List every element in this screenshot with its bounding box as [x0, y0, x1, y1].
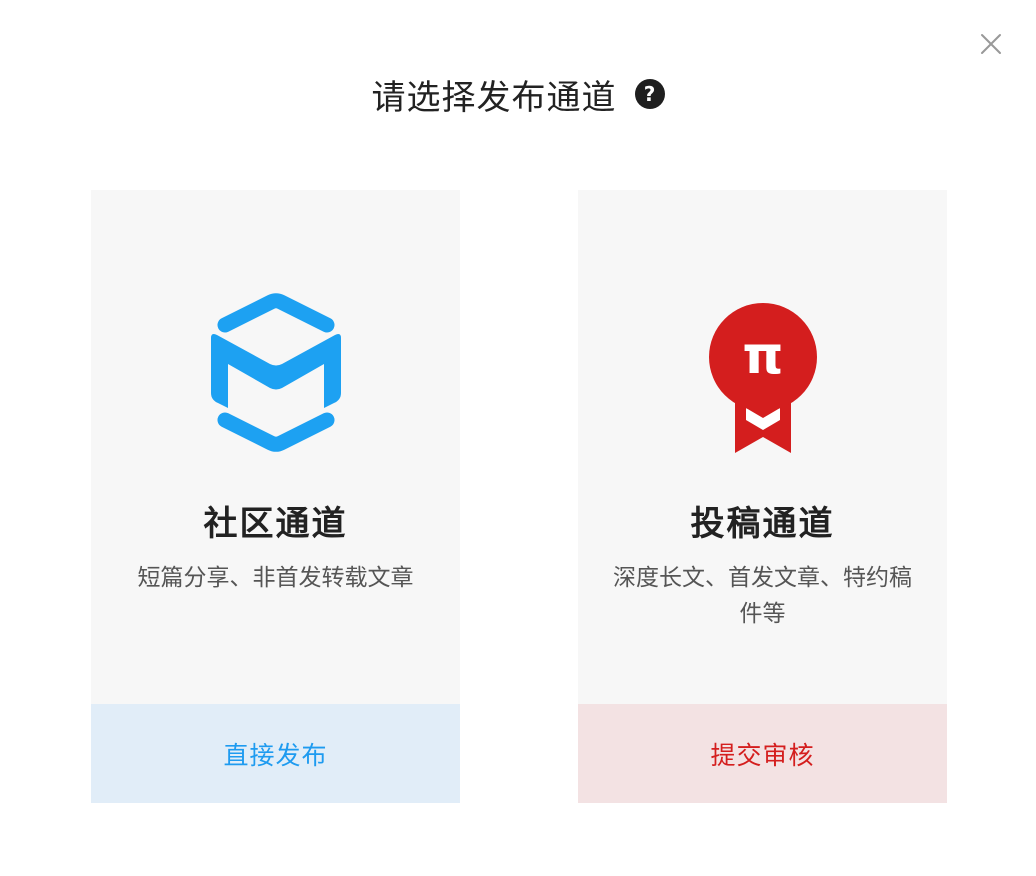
card-title: 社区通道 [203, 504, 348, 544]
publish-directly-button[interactable]: 直接发布 [91, 704, 460, 803]
help-icon[interactable]: ? [634, 79, 665, 109]
dialog-title: 请选择发布通道 [371, 77, 617, 118]
card-description: 深度长文、首发文章、特约稿件等 [613, 565, 912, 627]
card-description: 短篇分享、非首发转载文章 [137, 565, 414, 591]
community-cube-icon [91, 290, 460, 460]
publish-channel-dialog: 请选择发布通道 ? 社区通道 短篇分享、非首发转载文章 直接发布 π 投稿通道 … [0, 0, 1036, 876]
submission-channel-card[interactable]: π 投稿通道 深度长文、首发文章、特约稿件等 提交审核 [578, 190, 947, 803]
pi-medal-icon: π [578, 290, 947, 460]
submit-review-button[interactable]: 提交审核 [578, 704, 947, 803]
close-icon[interactable] [978, 31, 1004, 57]
close-button[interactable] [978, 31, 1004, 57]
title-row: 请选择发布通道 ? [0, 66, 1036, 122]
card-title: 投稿通道 [690, 504, 835, 544]
community-channel-card[interactable]: 社区通道 短篇分享、非首发转载文章 直接发布 [91, 190, 460, 803]
pi-symbol: π [742, 326, 783, 386]
